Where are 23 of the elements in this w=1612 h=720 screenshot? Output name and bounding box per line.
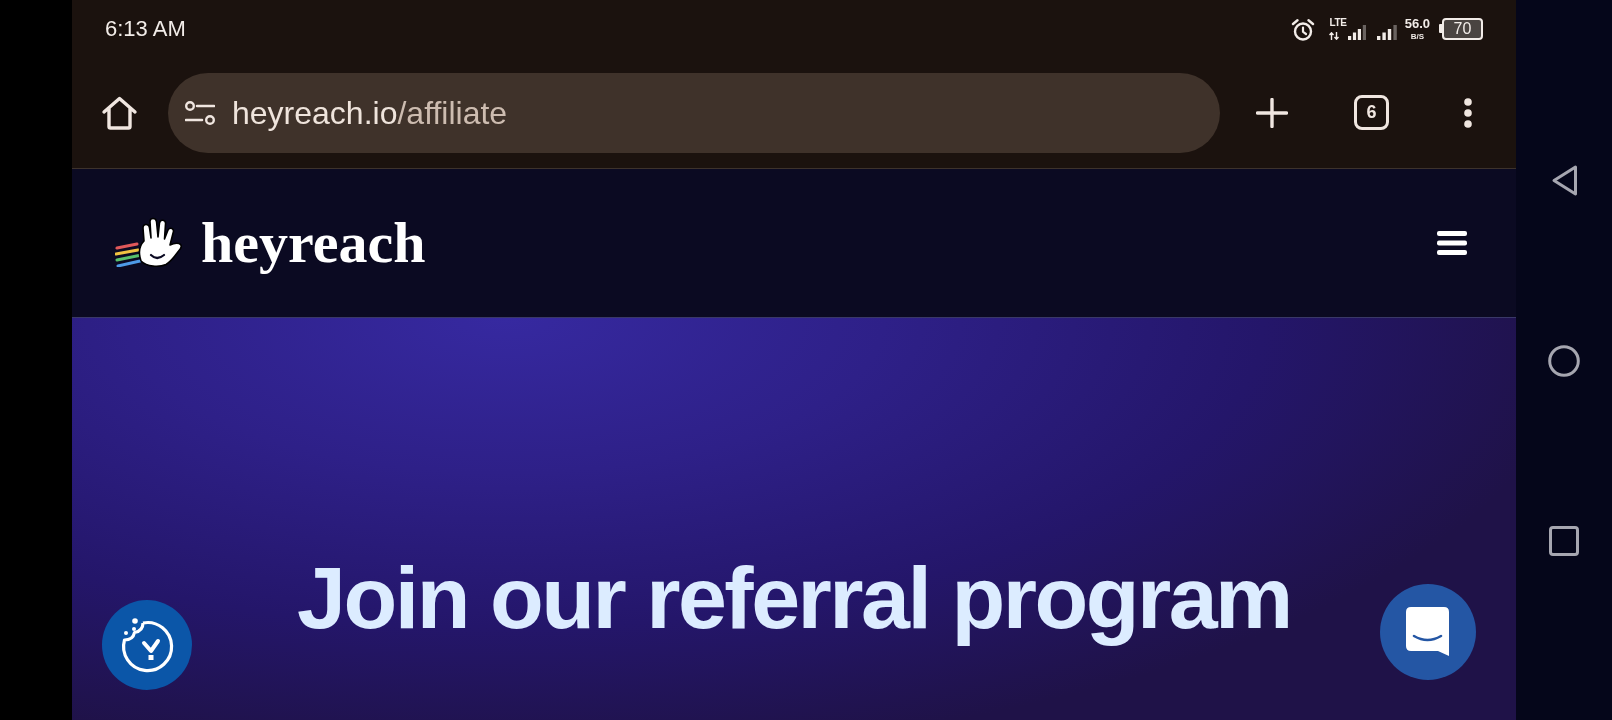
signal-icon [1347, 24, 1366, 40]
alarm-icon [1291, 18, 1316, 41]
home-icon[interactable] [101, 94, 138, 131]
tab-switcher-button[interactable]: 6 [1354, 95, 1389, 130]
brand-name[interactable]: heyreach [201, 214, 426, 272]
plus-icon[interactable] [1256, 97, 1288, 128]
network-speed: 56.0 [1404, 16, 1430, 30]
cookie-icon[interactable] [102, 600, 192, 690]
home-nav-icon[interactable] [1548, 345, 1580, 377]
status-time: 6:13 AM [105, 17, 186, 40]
chat-icon[interactable] [1380, 584, 1476, 680]
tune-icon[interactable] [185, 100, 215, 125]
data-arrows-icon [1329, 31, 1340, 40]
hamburger-menu-icon[interactable] [1437, 231, 1467, 255]
network-type-label: LTE [1329, 17, 1347, 28]
battery-indicator: 70 [1439, 17, 1483, 40]
address-bar[interactable]: heyreach.io/affiliate [168, 72, 1220, 153]
speed-unit: B/S [1410, 32, 1424, 41]
back-icon[interactable] [1550, 164, 1578, 197]
waving-hand-logo-icon[interactable] [115, 217, 183, 267]
kebab-menu-icon[interactable] [1464, 97, 1472, 128]
recent-apps-icon[interactable] [1549, 526, 1579, 556]
signal-icon [1376, 24, 1397, 40]
